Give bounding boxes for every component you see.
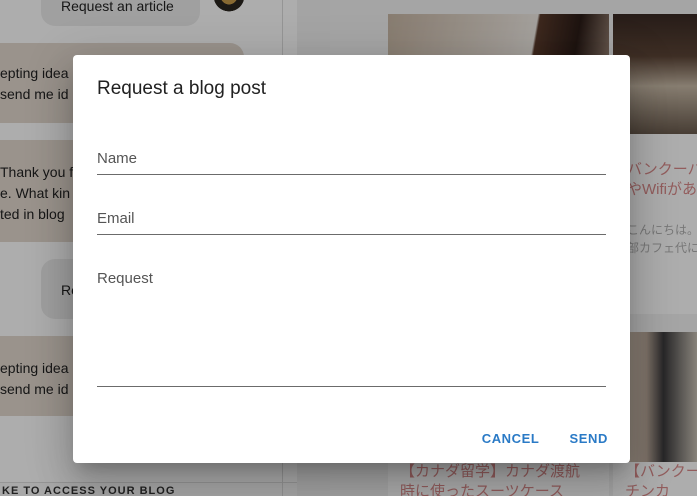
email-underline [97,234,606,235]
name-field[interactable]: Name [97,147,606,175]
send-button[interactable]: SEND [569,431,608,446]
name-input[interactable] [97,147,606,174]
cancel-button[interactable]: CANCEL [482,431,540,446]
name-underline [97,174,606,175]
dialog-actions: CANCEL SEND [482,431,608,446]
request-label: Request [97,270,153,287]
request-textarea[interactable] [97,295,606,385]
request-underline [97,386,606,387]
request-field[interactable]: Request [97,267,606,387]
request-dialog: Request a blog post Name Email Request C… [73,55,630,463]
email-input[interactable] [97,207,606,234]
dialog-title: Request a blog post [97,78,267,99]
email-field[interactable]: Email [97,207,606,235]
